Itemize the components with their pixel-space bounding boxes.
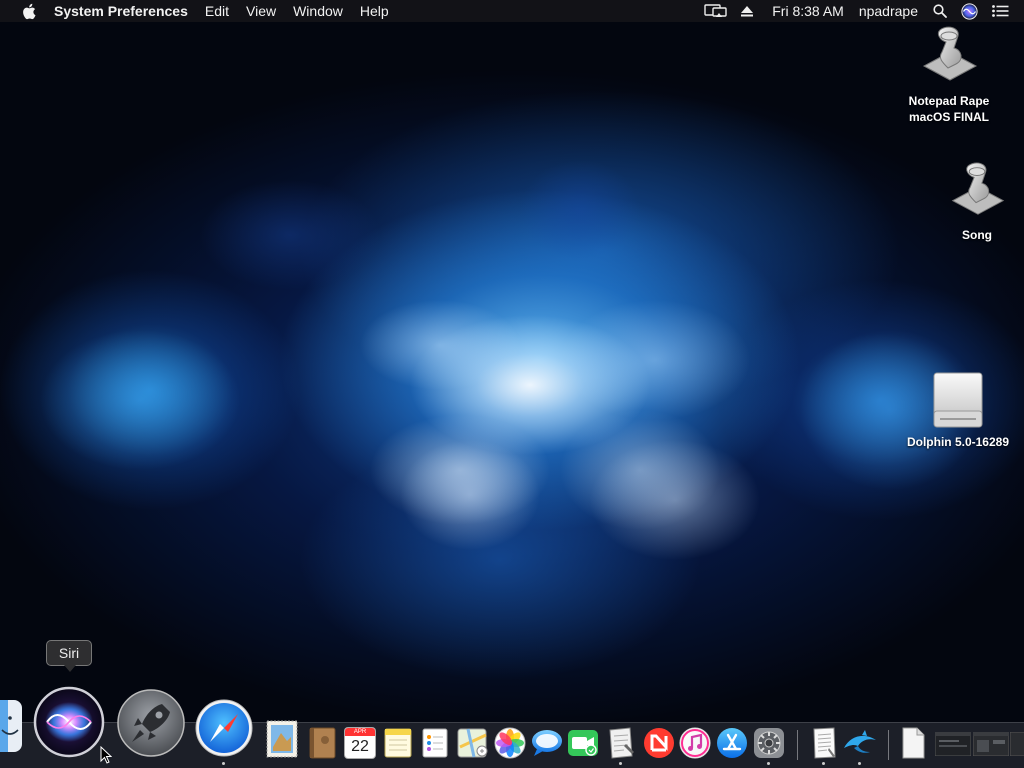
maps-icon <box>457 728 488 758</box>
desktop-icon-label: Song <box>962 228 992 242</box>
calendar-month: APR <box>345 728 375 736</box>
running-indicator <box>619 762 622 765</box>
dolphin-icon <box>844 730 876 753</box>
photos-flower-icon <box>494 727 526 759</box>
dock-news[interactable] <box>641 725 677 761</box>
script-scroll-icon <box>946 158 1008 227</box>
menu-bar: System Preferences Edit View Window Help… <box>0 0 1024 22</box>
dock-contacts[interactable] <box>306 725 338 761</box>
running-indicator <box>858 762 861 765</box>
notes-pad-icon <box>384 728 412 758</box>
dock-minimized-window-3[interactable] <box>1010 731 1024 757</box>
notification-center-icon[interactable] <box>990 0 1010 22</box>
dock-minimized-window-1[interactable] <box>934 731 972 757</box>
finder-icon <box>0 700 22 752</box>
desktop-icon-label: Dolphin 5.0-16289 <box>906 435 1010 449</box>
dock-safari[interactable] <box>193 697 255 759</box>
desktop-icon-dolphin[interactable]: Dolphin 5.0-16289 <box>895 366 1021 450</box>
mail-stamp-icon <box>266 720 298 758</box>
dock-separator <box>888 730 889 760</box>
itunes-note-icon <box>679 727 711 759</box>
dock-photos[interactable] <box>492 725 528 761</box>
dock-textedit[interactable] <box>807 725 841 761</box>
running-indicator <box>822 762 825 765</box>
window-thumbnail-icon <box>973 732 1009 756</box>
window-thumbnail-icon <box>935 732 971 756</box>
script-editor-icon <box>609 727 634 759</box>
calendar-day: 22 <box>351 738 369 755</box>
dock-itunes[interactable] <box>677 725 713 761</box>
dock-script-editor[interactable] <box>604 725 638 761</box>
siri-app-icon <box>33 686 105 758</box>
dock-system-preferences[interactable] <box>751 725 787 761</box>
menu-app-name[interactable]: System Preferences <box>54 3 188 19</box>
dock-minimized-window-2[interactable] <box>972 731 1010 757</box>
textedit-icon <box>813 727 836 759</box>
eject-icon[interactable] <box>738 0 756 22</box>
menubar-user[interactable]: npadrape <box>859 3 918 19</box>
dock-siri[interactable] <box>33 686 105 758</box>
window-thumbnail-icon <box>1010 732 1024 756</box>
dock-separator <box>797 730 798 760</box>
dock-finder[interactable] <box>0 700 22 752</box>
gear-icon <box>754 728 784 758</box>
menubar-clock[interactable]: Fri 8:38 AM <box>772 3 844 19</box>
airplay-display-icon[interactable] <box>702 0 730 22</box>
mouse-cursor-icon <box>100 745 113 768</box>
apple-menu-icon[interactable] <box>17 0 39 22</box>
menu-view[interactable]: View <box>246 3 276 19</box>
launchpad-rocket-icon <box>117 689 185 757</box>
menu-window[interactable]: Window <box>293 3 343 19</box>
news-icon <box>644 728 674 758</box>
spotlight-search-icon[interactable] <box>932 0 948 22</box>
dock-calendar[interactable]: APR 22 <box>343 726 377 760</box>
menu-help[interactable]: Help <box>360 3 389 19</box>
dock-mail[interactable] <box>264 717 300 761</box>
dock-document[interactable] <box>898 726 928 760</box>
dock-launchpad[interactable] <box>115 687 187 759</box>
app-store-icon <box>717 728 747 758</box>
script-scroll-icon <box>918 22 980 93</box>
dock-notes[interactable] <box>381 726 415 760</box>
document-icon <box>902 727 925 759</box>
calendar-icon: APR 22 <box>345 728 375 758</box>
safari-compass-icon <box>195 699 253 757</box>
desktop-icon-song[interactable]: Song <box>934 158 1020 243</box>
contacts-book-icon <box>309 727 336 759</box>
facetime-camera-icon <box>568 730 598 756</box>
dock-tooltip: Siri <box>46 640 92 672</box>
disk-image-icon <box>930 366 986 434</box>
running-indicator <box>222 762 225 765</box>
desktop-icon-label: Notepad Rape macOS FINAL <box>908 94 990 124</box>
dock-messages[interactable] <box>529 725 565 761</box>
desktop-icon-notepad[interactable]: Notepad Rape macOS FINAL <box>896 22 1002 125</box>
tooltip-label: Siri <box>58 645 80 661</box>
dock-facetime[interactable] <box>565 726 601 760</box>
dock-reminders[interactable] <box>418 726 452 760</box>
desktop-wallpaper <box>0 0 1024 768</box>
dock-dolphin[interactable] <box>842 728 878 758</box>
menu-edit[interactable]: Edit <box>205 3 229 19</box>
siri-icon[interactable] <box>960 0 978 22</box>
messages-bubble-icon <box>532 730 562 756</box>
running-indicator <box>767 762 770 765</box>
dock-maps[interactable] <box>455 726 491 760</box>
dock-app-store[interactable] <box>714 725 750 761</box>
reminders-list-icon <box>422 728 448 758</box>
